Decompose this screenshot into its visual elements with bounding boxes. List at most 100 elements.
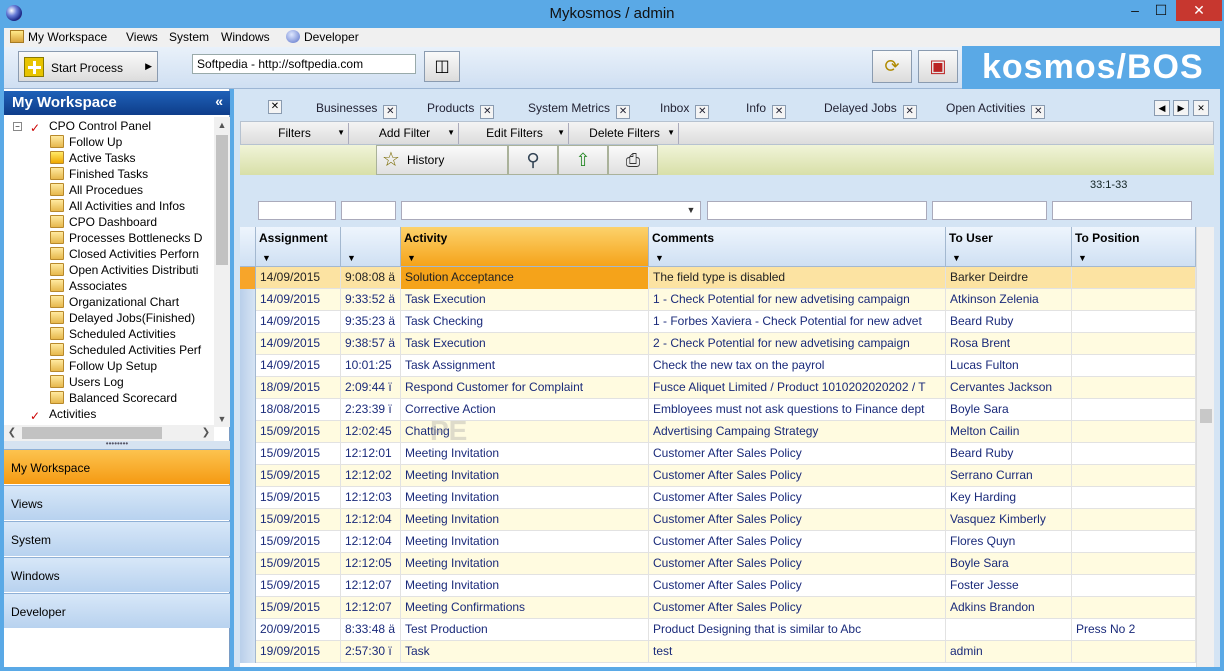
menu-system[interactable]: System: [169, 30, 209, 44]
table-row[interactable]: 14/09/2015 9:38:57 ä Task Execution 2 - Che…: [240, 333, 1196, 355]
row-selector[interactable]: [240, 575, 256, 597]
table-row[interactable]: 15/09/2015 12:12:03 Meeting Invitation Cust…: [240, 487, 1196, 509]
table-row[interactable]: 18/08/2015 2:23:39 ï Corrective Action Embl…: [240, 399, 1196, 421]
menu-windows[interactable]: Windows: [221, 30, 270, 44]
start-process-button[interactable]: Start Process ▶: [18, 51, 158, 82]
close-button[interactable]: ✕: [1176, 0, 1222, 21]
table-row[interactable]: 15/09/2015 12:12:01 Meeting Invitation Cust…: [240, 443, 1196, 465]
row-selector[interactable]: [240, 619, 256, 641]
activity-filter-input[interactable]: [401, 201, 701, 220]
tree-item-balanced-scorecard[interactable]: Balanced Scorecard: [50, 390, 177, 406]
table-row[interactable]: 15/09/2015 12:12:07 Meeting Invitation Cust…: [240, 575, 1196, 597]
row-selector[interactable]: [240, 509, 256, 531]
row-selector[interactable]: [240, 333, 256, 355]
table-row[interactable]: 15/09/2015 12:12:04 Meeting Invitation Cust…: [240, 509, 1196, 531]
history-button[interactable]: ☆ History: [376, 145, 508, 175]
tree-item-scheduled-activities[interactable]: Scheduled Activities: [50, 326, 176, 342]
row-selector[interactable]: [240, 267, 256, 289]
tab-scroll-right-icon[interactable]: ▶: [1173, 100, 1189, 116]
tab-inbox[interactable]: Inbox ✕: [660, 101, 710, 123]
tree-item-cpo-dashboard[interactable]: CPO Dashboard: [50, 214, 157, 230]
table-row[interactable]: 14/09/2015 9:35:23 ä Task Checking 1 - Forb…: [240, 311, 1196, 333]
binoculars-button[interactable]: ◫: [424, 51, 460, 82]
url-input[interactable]: [192, 54, 416, 74]
tree-item-scheduled-perf[interactable]: Scheduled Activities Perf: [50, 342, 201, 358]
nav-my-workspace[interactable]: My Workspace: [4, 449, 230, 484]
tree-item-cpo-control-panel[interactable]: ✓ CPO Control Panel: [30, 118, 151, 134]
tree-item-bottlenecks[interactable]: Processes Bottlenecks D: [50, 230, 202, 246]
panel-splitter[interactable]: ••••••••: [4, 440, 230, 449]
tab-close-icon[interactable]: ✕: [1031, 105, 1046, 119]
time-filter-input[interactable]: [341, 201, 396, 220]
table-row[interactable]: 19/09/2015 2:57:30 ï Task test admin: [240, 641, 1196, 663]
row-selector[interactable]: [240, 553, 256, 575]
tree-item-closed-activities[interactable]: Closed Activities Perforn: [50, 246, 199, 262]
table-row[interactable]: 15/09/2015 12:12:04 Meeting Invitation Cust…: [240, 531, 1196, 553]
row-selector[interactable]: [240, 487, 256, 509]
tree-item-delayed-jobs[interactable]: Delayed Jobs(Finished): [50, 310, 195, 326]
maximize-button[interactable]: ☐: [1148, 0, 1174, 21]
scroll-thumb[interactable]: [22, 427, 162, 439]
tree-item-open-activities[interactable]: Open Activities Distributi: [50, 262, 198, 278]
scroll-thumb[interactable]: [1200, 409, 1212, 423]
row-selector[interactable]: [240, 465, 256, 487]
tree-item-associates[interactable]: Associates: [50, 278, 127, 294]
scroll-right-icon[interactable]: ❯: [198, 425, 214, 441]
collapse-icon[interactable]: «: [215, 93, 223, 109]
table-row[interactable]: 14/09/2015 10:01:25 Task Assignment Check t…: [240, 355, 1196, 377]
menu-views[interactable]: Views: [126, 30, 158, 44]
scroll-left-icon[interactable]: ❮: [4, 425, 20, 441]
row-selector[interactable]: [240, 399, 256, 421]
tab-delayed-jobs[interactable]: Delayed Jobs ✕: [824, 101, 917, 123]
row-selector[interactable]: [240, 355, 256, 377]
row-selector[interactable]: [240, 597, 256, 619]
edit-filters-button[interactable]: Edit Filters ▼: [461, 123, 569, 144]
tree-vertical-scrollbar[interactable]: ▲ ▼: [214, 117, 230, 427]
refresh-button[interactable]: ⟳: [872, 50, 912, 83]
tree-collapse-toggle[interactable]: −: [13, 122, 22, 131]
table-row[interactable]: 15/09/2015 12:12:07 Meeting Confirmations C…: [240, 597, 1196, 619]
scroll-thumb[interactable]: [216, 135, 228, 265]
tab-info[interactable]: Info ✕: [746, 101, 787, 123]
logout-button[interactable]: ▣: [918, 50, 958, 83]
row-selector[interactable]: [240, 421, 256, 443]
column-header-activity[interactable]: Activity ▼: [401, 227, 649, 267]
tab-close-all-icon[interactable]: ✕: [1193, 100, 1209, 116]
tab-system-metrics[interactable]: System Metrics ✕: [528, 101, 631, 123]
row-selector[interactable]: [240, 311, 256, 333]
tab-open-activities[interactable]: Open Activities ✕: [946, 101, 1046, 123]
table-row[interactable]: 18/09/2015 2:09:44 ï Respond Customer for …: [240, 377, 1196, 399]
print-button[interactable]: ⎙: [608, 145, 658, 175]
table-row[interactable]: 15/09/2015 12:02:45 Chatting Advertising Ca…: [240, 421, 1196, 443]
table-row[interactable]: 15/09/2015 12:12:05 Meeting Invitation Cust…: [240, 553, 1196, 575]
search-button[interactable]: ⚲: [508, 145, 558, 175]
table-row[interactable]: 20/09/2015 8:33:48 ä Test Production Produc…: [240, 619, 1196, 641]
column-header-to-user[interactable]: To User ▼: [946, 227, 1072, 267]
grid-vertical-scrollbar[interactable]: [1196, 227, 1214, 667]
assignment-filter-input[interactable]: [258, 201, 336, 220]
row-selector[interactable]: [240, 531, 256, 553]
tab-close-icon[interactable]: ✕: [695, 105, 710, 119]
nav-developer[interactable]: Developer: [4, 593, 230, 628]
to-user-filter-input[interactable]: [932, 201, 1047, 220]
table-row[interactable]: 15/09/2015 12:12:02 Meeting Invitation Cust…: [240, 465, 1196, 487]
table-row[interactable]: 14/09/2015 9:33:52 ä Task Execution 1 - Che…: [240, 289, 1196, 311]
nav-windows[interactable]: Windows: [4, 557, 230, 592]
tree-item-active-tasks[interactable]: Active Tasks: [50, 150, 135, 166]
tab-close-icon[interactable]: ✕: [772, 105, 787, 119]
row-selector[interactable]: [240, 443, 256, 465]
scroll-up-icon[interactable]: ▲: [214, 117, 230, 133]
scroll-down-icon[interactable]: ▼: [214, 411, 230, 427]
tab-businesses[interactable]: Businesses ✕: [316, 101, 398, 123]
column-header-to-position[interactable]: To Position ▼: [1072, 227, 1196, 267]
tab-close-icon[interactable]: ✕: [480, 105, 495, 119]
tree-item-activities[interactable]: ✓ Activities: [30, 406, 96, 422]
add-filter-button[interactable]: Add Filter ▼: [351, 123, 459, 144]
tab-close-icon[interactable]: ✕: [616, 105, 631, 119]
column-header-assignment[interactable]: Assignment ▼: [256, 227, 341, 267]
tab-scroll-left-icon[interactable]: ◀: [1154, 100, 1170, 116]
comments-filter-input[interactable]: [707, 201, 927, 220]
column-header-time[interactable]: ▼: [341, 227, 401, 267]
tree-item-follow-up-setup[interactable]: Follow Up Setup: [50, 358, 157, 374]
tab-close-icon[interactable]: ✕: [902, 105, 917, 119]
